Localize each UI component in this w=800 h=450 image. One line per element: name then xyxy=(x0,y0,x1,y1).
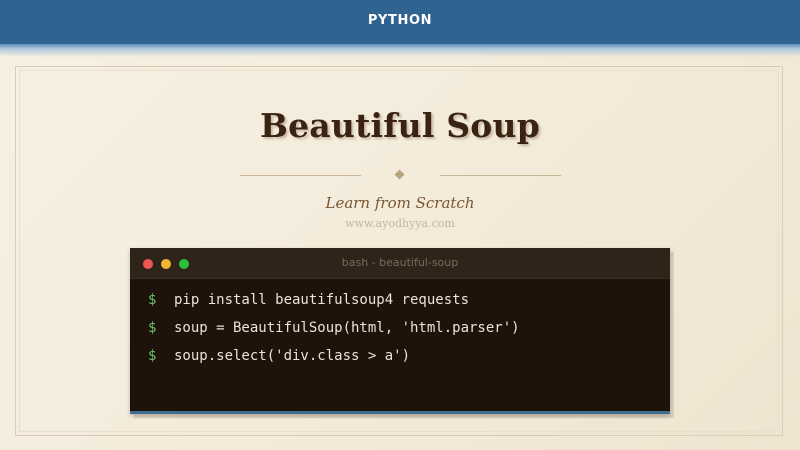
command-text: pip install beautifulsoup4 requests xyxy=(174,292,470,308)
top-banner-fade xyxy=(0,44,800,56)
terminal-title: bash - beautiful-soup xyxy=(341,256,459,269)
subtitle: Learn from Scratch xyxy=(325,194,475,212)
command-text: soup = BeautifulSoup(html, 'html.parser'… xyxy=(174,320,520,336)
divider-right-line xyxy=(440,175,561,176)
terminal-titlebar: bash - beautiful-soup xyxy=(130,248,670,279)
page-title: Beautiful Soup xyxy=(260,106,540,145)
command-text: soup.select('div.class > a') xyxy=(174,348,411,364)
prompt-symbol: $ xyxy=(148,348,157,364)
category-label: PYTHON xyxy=(367,13,433,28)
divider-left-line xyxy=(240,175,361,176)
command-line: $ soup.select('div.class > a') xyxy=(148,346,410,366)
command-line: $ soup = BeautifulSoup(html, 'html.parser… xyxy=(148,318,520,338)
prompt-symbol: $ xyxy=(148,292,157,308)
command-line: $ pip install beautifulsoup4 requests xyxy=(148,290,469,310)
terminal-window: bash - beautiful-soup $ pip install beaut… xyxy=(130,248,670,414)
website-url: www.ayodhyya.com xyxy=(345,217,455,230)
prompt-symbol: $ xyxy=(148,320,157,336)
